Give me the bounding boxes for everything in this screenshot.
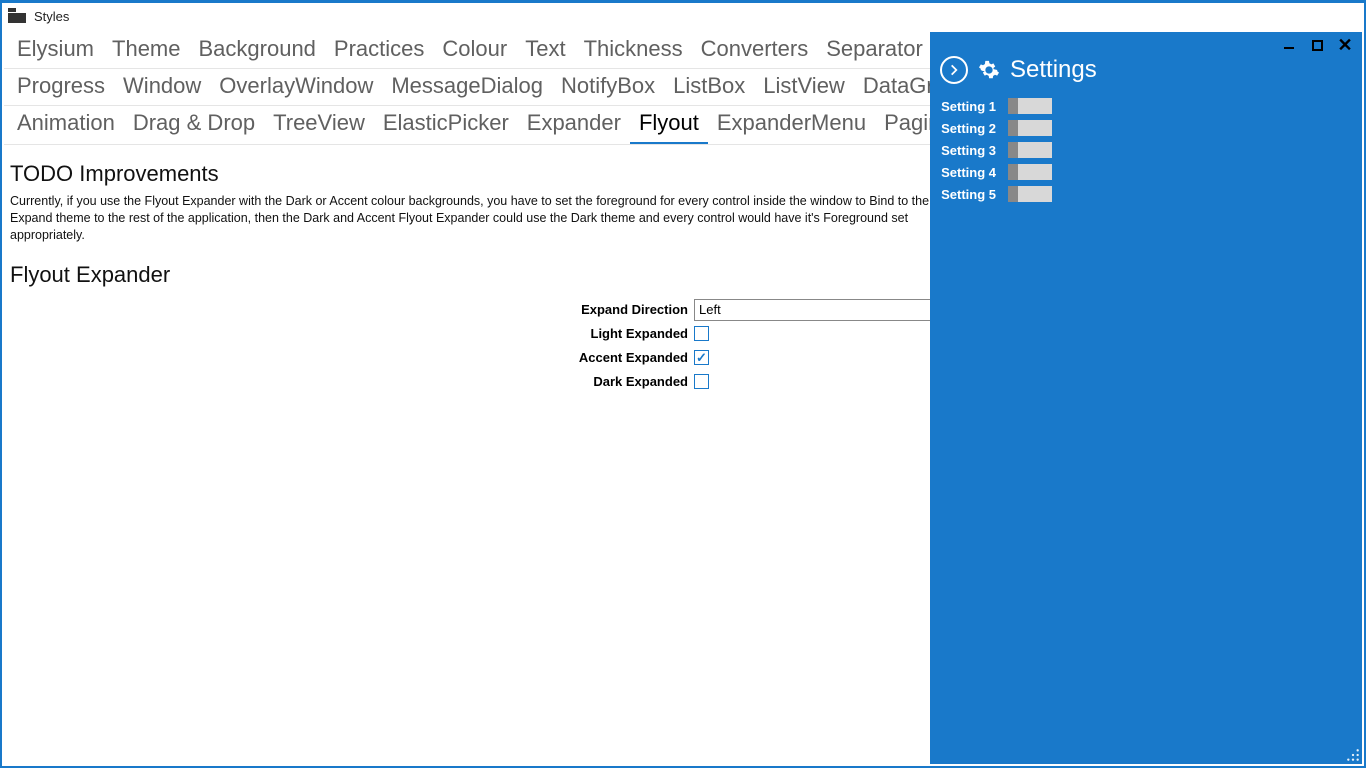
setting-label-3: Setting 3: [940, 143, 996, 158]
checkbox-light-expanded[interactable]: [694, 326, 709, 341]
resize-grip-icon: [1346, 748, 1360, 762]
tab-theme[interactable]: Theme: [103, 32, 189, 68]
tab-thickness[interactable]: Thickness: [575, 32, 692, 68]
tab-treeview[interactable]: TreeView: [264, 106, 374, 144]
setting-row-5: Setting 5: [940, 186, 1352, 202]
dropdown-expand-direction-value: Left: [699, 302, 721, 317]
tab-elasticpicker[interactable]: ElasticPicker: [374, 106, 518, 144]
label-dark-expanded: Dark Expanded: [10, 374, 694, 389]
label-expand-direction: Expand Direction: [10, 302, 694, 317]
tab-listbox[interactable]: ListBox: [664, 69, 754, 105]
close-button[interactable]: ✕: [1338, 38, 1352, 52]
dropdown-expand-direction[interactable]: Left: [694, 299, 934, 321]
setting-toggle-5[interactable]: [1008, 186, 1052, 202]
setting-label-2: Setting 2: [940, 121, 996, 136]
tab-flyout[interactable]: Flyout: [630, 106, 708, 144]
chevron-right-icon: [947, 63, 961, 77]
setting-label-4: Setting 4: [940, 165, 996, 180]
gear-icon: [978, 59, 1000, 81]
minimize-button[interactable]: [1282, 38, 1296, 52]
tab-animation[interactable]: Animation: [8, 106, 124, 144]
maximize-button[interactable]: [1310, 38, 1324, 52]
tab-separator[interactable]: Separator: [817, 32, 932, 68]
tab-overlaywindow[interactable]: OverlayWindow: [210, 69, 382, 105]
setting-label-1: Setting 1: [940, 99, 996, 114]
tab-practices[interactable]: Practices: [325, 32, 433, 68]
label-light-expanded: Light Expanded: [10, 326, 694, 341]
setting-row-3: Setting 3: [940, 142, 1352, 158]
setting-toggle-3[interactable]: [1008, 142, 1052, 158]
titlebar: Styles: [2, 3, 1364, 29]
window-title: Styles: [34, 9, 69, 24]
settings-flyout: ✕ Settings Setting 1Setting 2Setting 3Se…: [930, 32, 1362, 764]
flyout-collapse-button[interactable]: [940, 56, 968, 84]
setting-toggle-4[interactable]: [1008, 164, 1052, 180]
main-area: ElysiumThemeBackgroundPracticesColourTex…: [4, 32, 1362, 764]
tab-expandermenu[interactable]: ExpanderMenu: [708, 106, 875, 144]
tab-elysium[interactable]: Elysium: [8, 32, 103, 68]
tab-expander[interactable]: Expander: [518, 106, 630, 144]
setting-toggle-2[interactable]: [1008, 120, 1052, 136]
tab-text[interactable]: Text: [516, 32, 574, 68]
settings-list: Setting 1 Setting 2 Setting 3 Setting 4 Sett…: [940, 98, 1352, 202]
setting-label-5: Setting 5: [940, 187, 996, 202]
minimize-icon: [1284, 41, 1294, 49]
flyout-title: Settings: [1010, 56, 1097, 84]
tab-messagedialog[interactable]: MessageDialog: [382, 69, 552, 105]
resize-grip[interactable]: [1346, 748, 1360, 762]
maximize-icon: [1312, 40, 1323, 51]
flyout-header: Settings: [940, 56, 1352, 84]
setting-row-1: Setting 1: [940, 98, 1352, 114]
tab-window[interactable]: Window: [114, 69, 210, 105]
tab-progress[interactable]: Progress: [8, 69, 114, 105]
tab-notifybox[interactable]: NotifyBox: [552, 69, 664, 105]
tab-listview[interactable]: ListView: [754, 69, 854, 105]
folder-icon: [6, 8, 28, 24]
setting-toggle-1[interactable]: [1008, 98, 1052, 114]
tab-colour[interactable]: Colour: [433, 32, 516, 68]
setting-row-4: Setting 4: [940, 164, 1352, 180]
tab-background[interactable]: Background: [190, 32, 325, 68]
tab-drag-drop[interactable]: Drag & Drop: [124, 106, 264, 144]
label-accent-expanded: Accent Expanded: [10, 350, 694, 365]
section-todo-body: Currently, if you use the Flyout Expande…: [10, 193, 950, 244]
checkbox-dark-expanded[interactable]: [694, 374, 709, 389]
checkbox-accent-expanded[interactable]: [694, 350, 709, 365]
window-controls: ✕: [1282, 38, 1352, 52]
setting-row-2: Setting 2: [940, 120, 1352, 136]
tab-converters[interactable]: Converters: [692, 32, 818, 68]
